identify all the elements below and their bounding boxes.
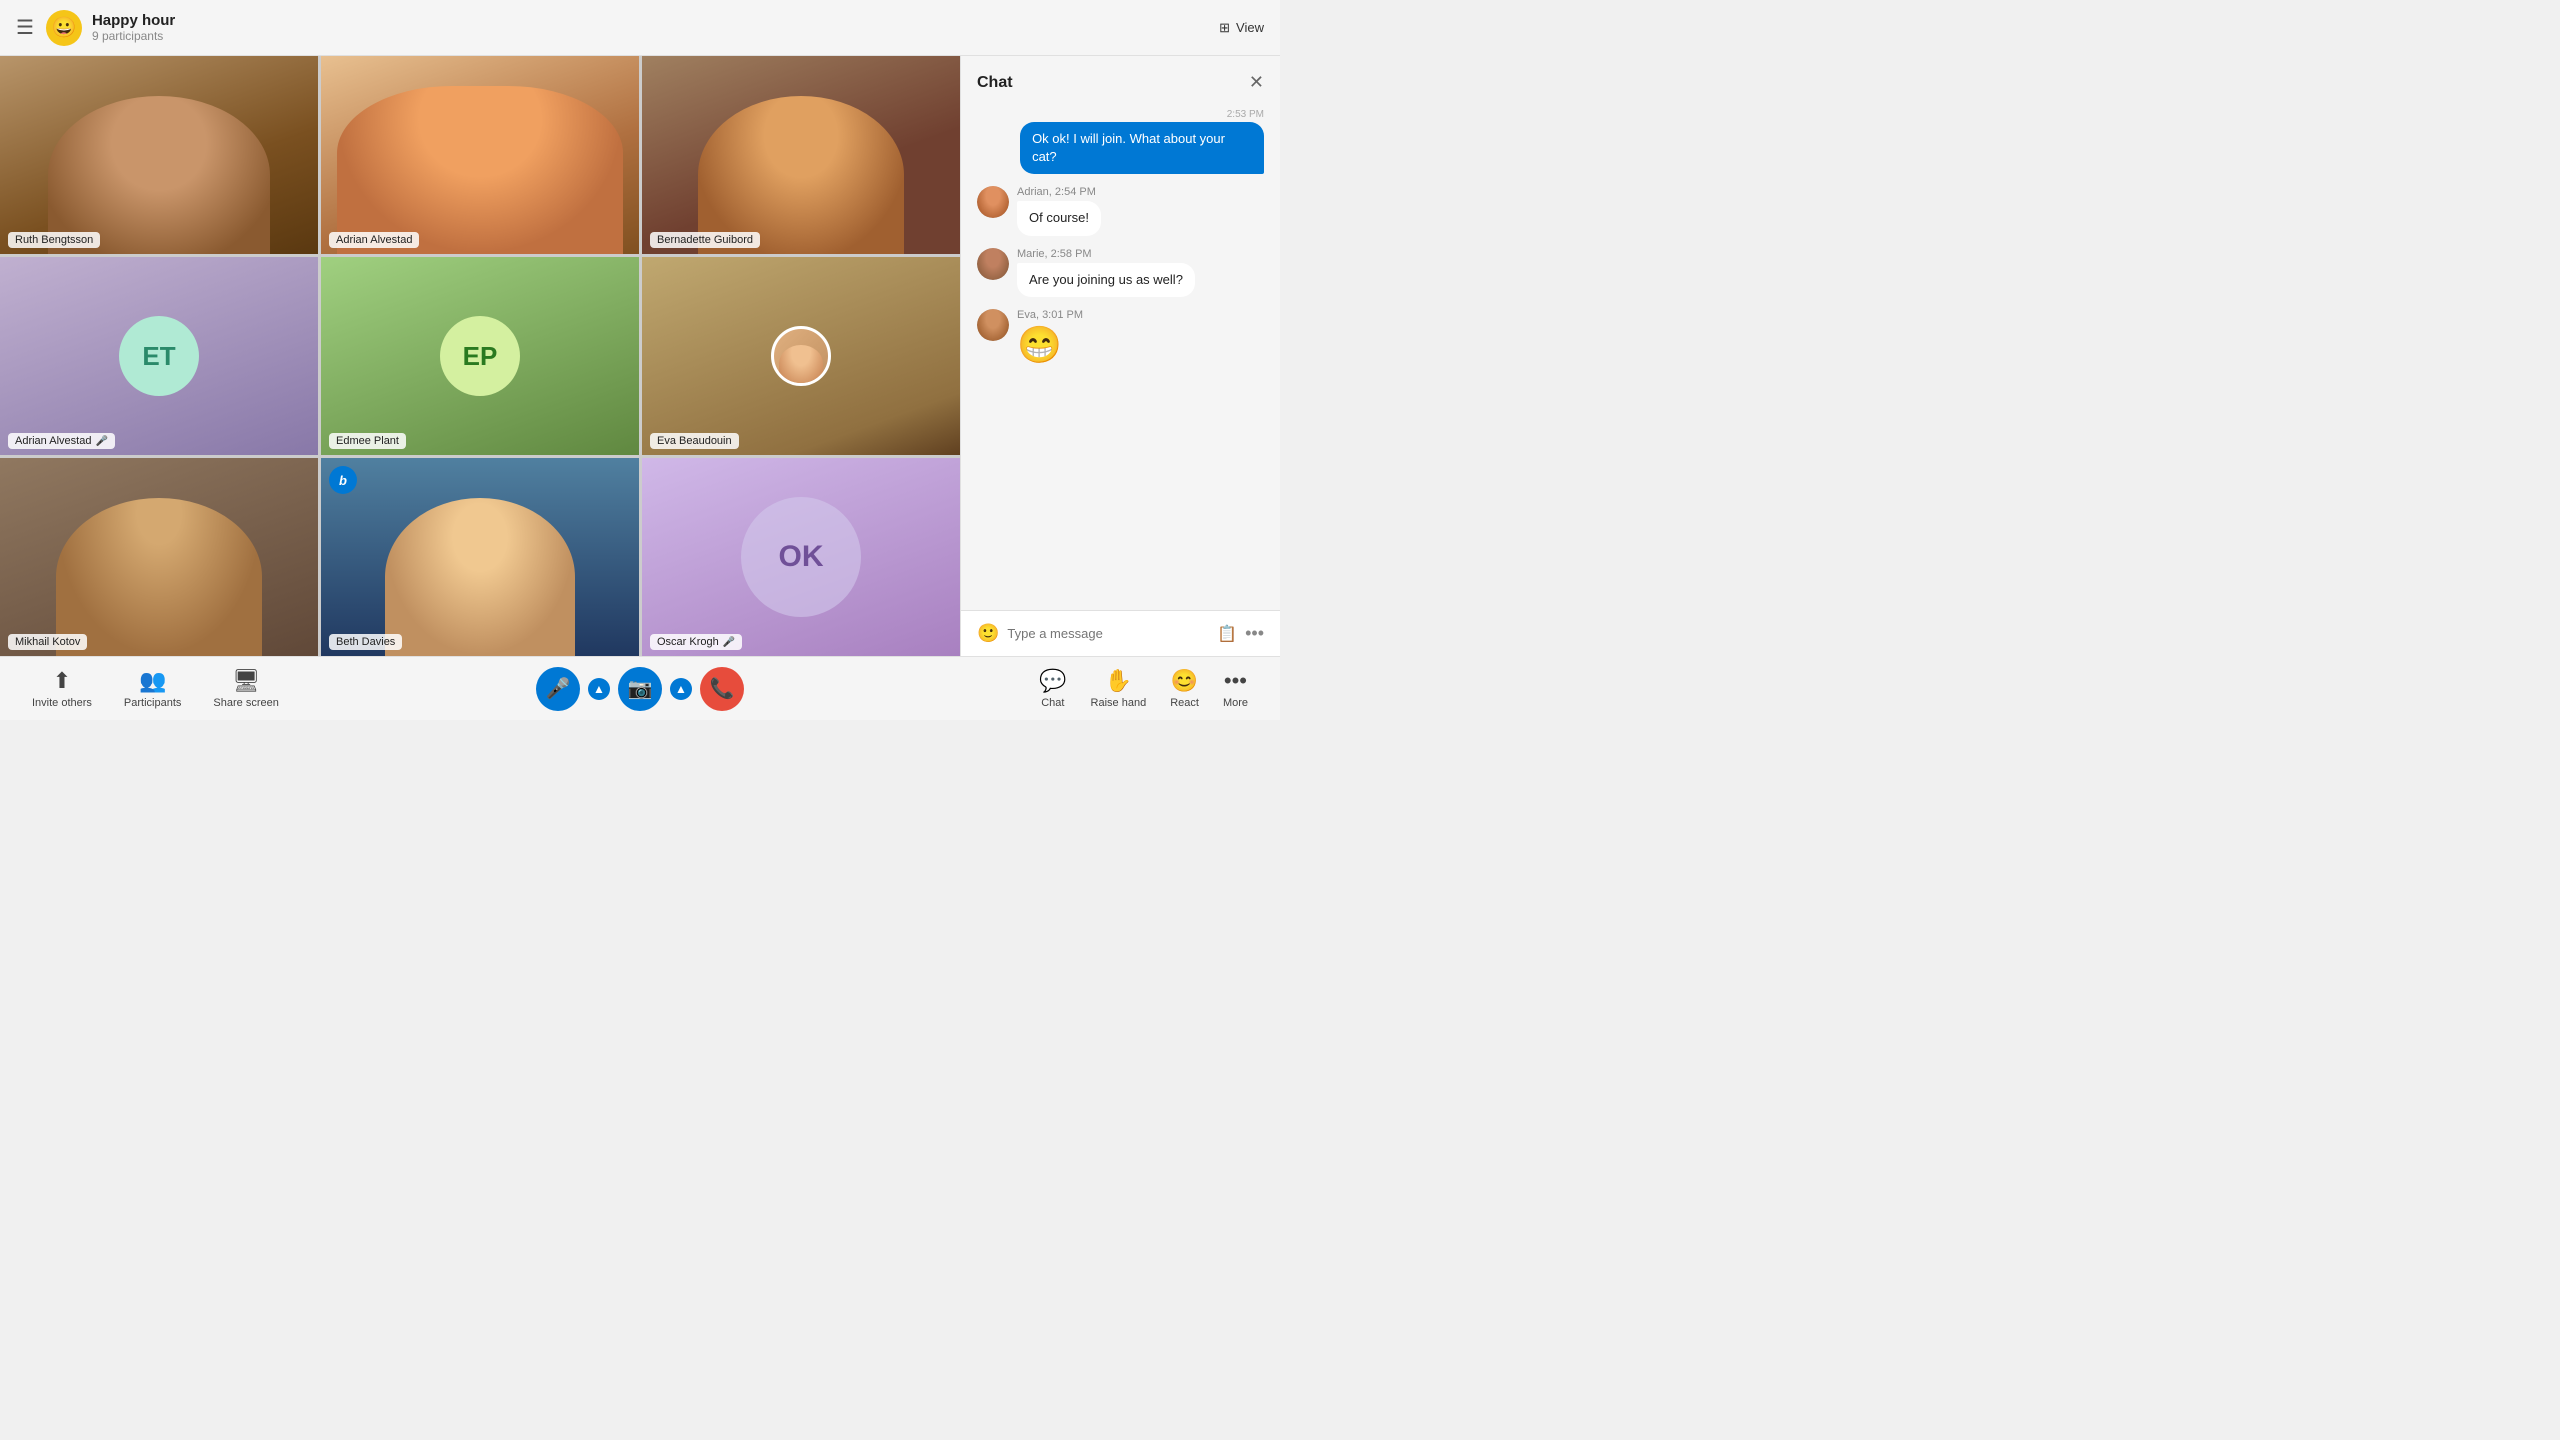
msg-text-adrian: Of course! (1017, 201, 1101, 235)
chat-panel: Chat ✕ 2:53 PM Ok ok! I will join. What … (960, 56, 1280, 656)
video-tile-oscar: OK Oscar Krogh 🎤 (642, 458, 960, 656)
grid-icon: ⊞ (1219, 20, 1230, 36)
name-badge-bernadette: Bernadette Guibord (650, 232, 760, 248)
own-message-bubble: Ok ok! I will join. What about your cat? (1020, 122, 1264, 174)
emoji-button[interactable]: 🙂 (977, 623, 999, 644)
name-badge-et: Adrian Alvestad 🎤 (8, 433, 115, 449)
name-badge-ep: Edmee Plant (329, 433, 406, 449)
mic-chevron-button[interactable]: ▲ (588, 678, 610, 700)
more-options-icon[interactable]: ••• (1245, 623, 1264, 644)
bottom-bar: ⬆ Invite others 👥 Participants 🖥 Share s… (0, 656, 1280, 720)
chat-input-area: 🙂 📋 ••• (961, 610, 1280, 656)
chat-icon: 💬 (1039, 668, 1066, 694)
more-icon: ••• (1224, 668, 1247, 694)
share-screen-icon: 🖥 (232, 668, 260, 694)
avatar-eva-chat (977, 309, 1009, 341)
raise-hand-button[interactable]: ✋ Raise hand (1091, 668, 1147, 709)
participants-count: 9 participants (92, 29, 175, 43)
raise-hand-icon: ✋ (1105, 668, 1132, 694)
name-badge-eva: Eva Beaudouin (650, 433, 739, 449)
message-marie: Marie, 2:58 PM Are you joining us as wel… (977, 248, 1264, 297)
avatar-ep: EP (440, 316, 520, 396)
chat-button[interactable]: 💬 Chat (1039, 668, 1066, 709)
message-eva: Eva, 3:01 PM 😁 (977, 309, 1264, 366)
attach-icon[interactable]: 📋 (1217, 624, 1237, 644)
menu-icon[interactable]: ☰ (16, 15, 34, 40)
video-tile-ep: EP Edmee Plant (321, 257, 639, 455)
msg-emoji-eva: 😁 (1017, 324, 1083, 366)
chat-close-button[interactable]: ✕ (1249, 72, 1264, 93)
video-tile-ruth: Ruth Bengtsson (0, 56, 318, 254)
react-icon: 😊 (1171, 668, 1198, 694)
bottom-center-controls: 🎤 ▲ 📷 ▲ 📞 (536, 667, 744, 711)
message-adrian: Adrian, 2:54 PM Of course! (977, 186, 1264, 235)
chat-messages: 2:53 PM Ok ok! I will join. What about y… (961, 101, 1280, 610)
msg-sender-marie: Marie, 2:58 PM (1017, 248, 1195, 260)
mute-icon: 🎤 (95, 436, 107, 447)
avatar-adrian-chat (977, 186, 1009, 218)
react-button[interactable]: 😊 React (1170, 668, 1199, 709)
name-badge-oscar: Oscar Krogh 🎤 (650, 634, 742, 650)
video-tile-mikhail: Mikhail Kotov (0, 458, 318, 656)
mute-icon-oscar: 🎤 (723, 637, 735, 648)
video-tile-et: ET Adrian Alvestad 🎤 (0, 257, 318, 455)
participants-button[interactable]: 👥 Participants (124, 668, 181, 709)
avatar-et: ET (119, 316, 199, 396)
more-button[interactable]: ••• More (1223, 668, 1248, 709)
bottom-right-controls: 💬 Chat ✋ Raise hand 😊 React ••• More (1039, 668, 1248, 709)
own-message-group: 2:53 PM Ok ok! I will join. What about y… (977, 109, 1264, 174)
message-input[interactable] (1007, 626, 1209, 641)
cam-chevron-button[interactable]: ▲ (670, 678, 692, 700)
bing-icon: b (329, 466, 357, 494)
chat-header: Chat ✕ (961, 56, 1280, 101)
top-bar: ☰ 😀 Happy hour 9 participants ⊞ View (0, 0, 1280, 56)
video-tile-bernadette: Bernadette Guibord (642, 56, 960, 254)
msg-sender-adrian: Adrian, 2:54 PM (1017, 186, 1101, 198)
msg-sender-eva: Eva, 3:01 PM (1017, 309, 1083, 321)
invite-others-button[interactable]: ⬆ Invite others (32, 668, 92, 709)
participants-icon: 👥 (139, 668, 166, 694)
meeting-title: Happy hour (92, 12, 175, 29)
video-tile-beth: b Beth Davies (321, 458, 639, 656)
view-button[interactable]: ⊞ View (1219, 20, 1264, 36)
camera-button[interactable]: 📷 (618, 667, 662, 711)
avatar-marie-chat (977, 248, 1009, 280)
video-grid: Ruth Bengtsson Adrian Alvestad Bernade (0, 56, 960, 656)
share-screen-button[interactable]: 🖥 Share screen (213, 668, 278, 709)
bottom-left-controls: ⬆ Invite others 👥 Participants 🖥 Share s… (32, 668, 279, 709)
message-timestamp: 2:53 PM (977, 109, 1264, 120)
name-badge-ruth: Ruth Bengtsson (8, 232, 100, 248)
meeting-info: Happy hour 9 participants (92, 12, 175, 43)
msg-text-marie: Are you joining us as well? (1017, 263, 1195, 297)
video-tile-eva: Eva Beaudouin (642, 257, 960, 455)
name-badge-mikhail: Mikhail Kotov (8, 634, 87, 650)
mic-button[interactable]: 🎤 (536, 667, 580, 711)
avatar-ok: OK (741, 497, 861, 617)
meeting-emoji-icon: 😀 (46, 10, 82, 46)
name-badge-adrian: Adrian Alvestad (329, 232, 419, 248)
chat-title: Chat (977, 74, 1013, 92)
end-call-button[interactable]: 📞 (700, 667, 744, 711)
name-badge-beth: Beth Davies (329, 634, 402, 650)
main-content: Ruth Bengtsson Adrian Alvestad Bernade (0, 56, 1280, 656)
video-tile-adrian-photo: Adrian Alvestad (321, 56, 639, 254)
invite-icon: ⬆ (53, 668, 71, 694)
